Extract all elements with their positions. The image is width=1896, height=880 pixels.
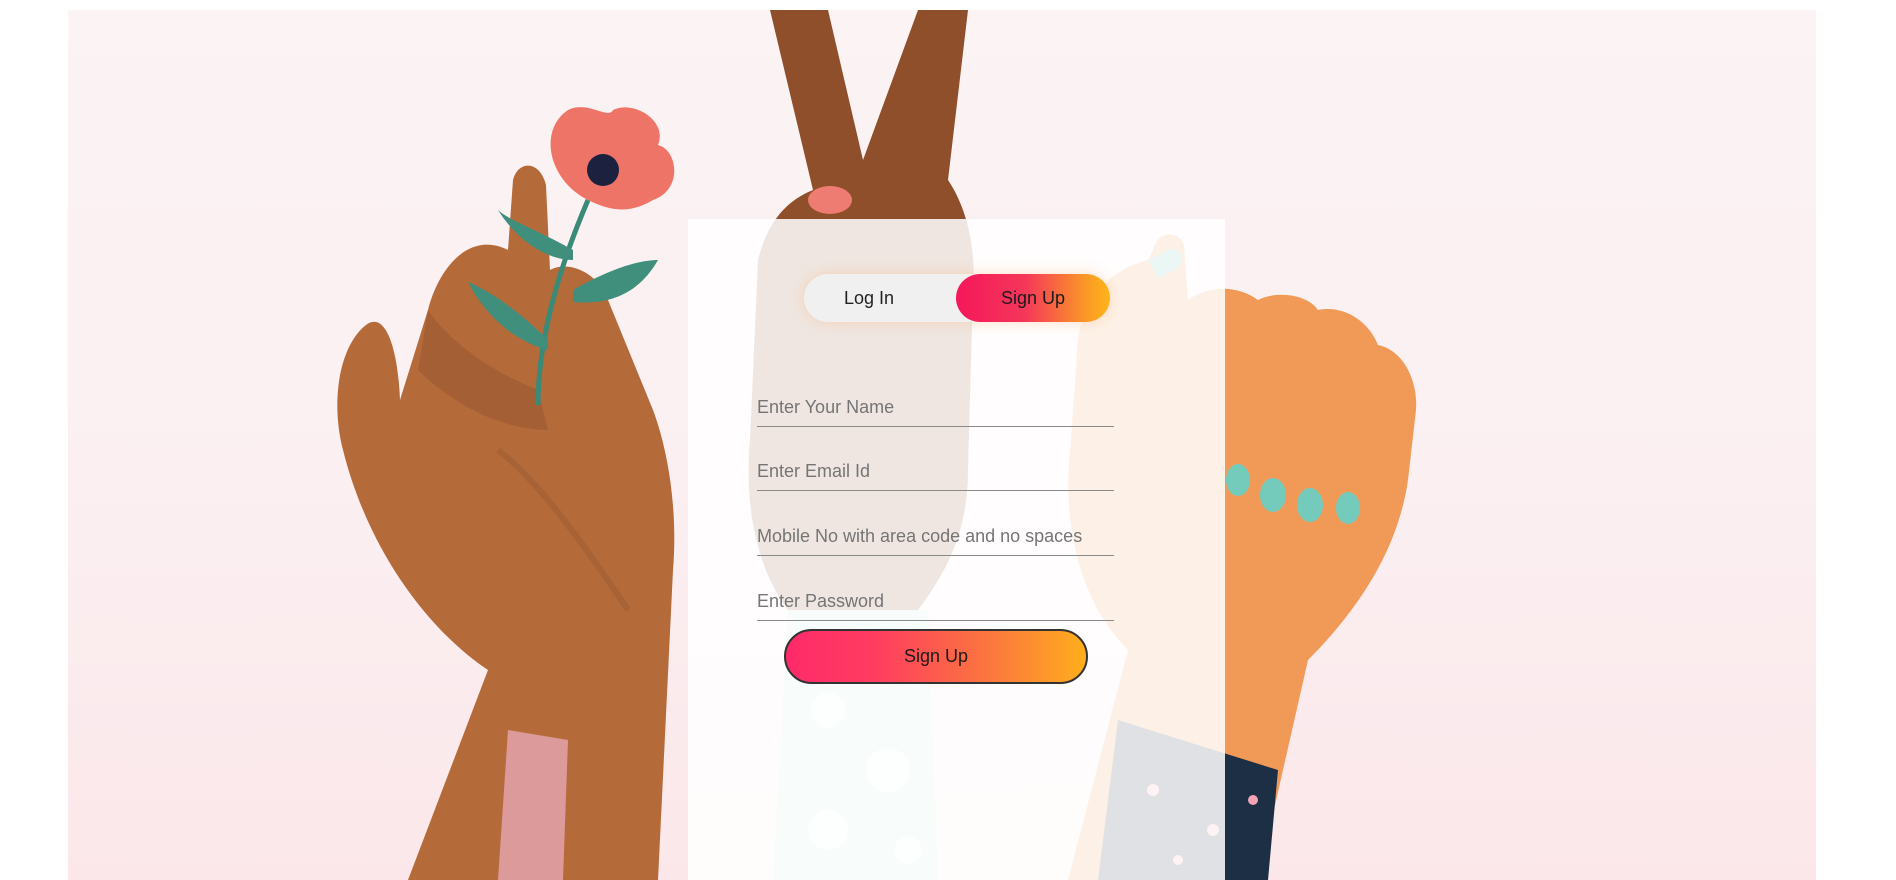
email-input[interactable] bbox=[757, 453, 1114, 491]
tab-login[interactable]: Log In bbox=[804, 274, 934, 322]
password-input[interactable] bbox=[757, 583, 1114, 621]
left-hand-flower-icon bbox=[337, 107, 675, 880]
signup-submit-button[interactable]: Sign Up bbox=[784, 629, 1088, 684]
name-input[interactable] bbox=[757, 389, 1114, 427]
mobile-input[interactable] bbox=[757, 518, 1114, 556]
auth-tab-switcher: Log In Sign Up bbox=[804, 274, 1110, 322]
tab-signup[interactable]: Sign Up bbox=[956, 274, 1110, 322]
auth-card: Log In Sign Up Sign Up bbox=[688, 219, 1225, 880]
